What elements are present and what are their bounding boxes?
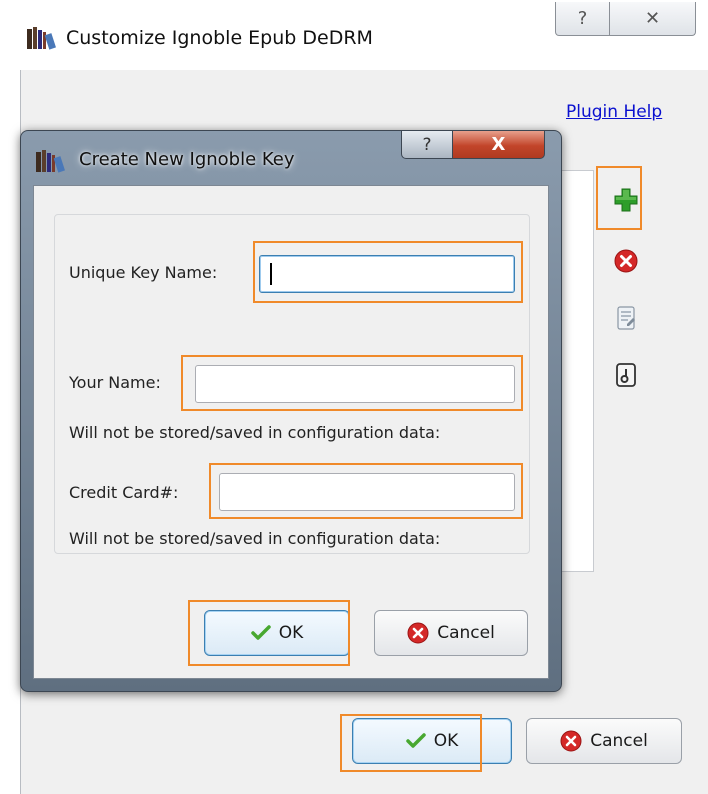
remove-icon [614, 249, 638, 273]
your-name-label: Your Name: [69, 373, 161, 392]
plugin-help-link[interactable]: Plugin Help [566, 102, 662, 122]
parent-ok-button[interactable]: OK [352, 718, 512, 764]
text-caret [270, 263, 272, 285]
checkmark-icon [405, 733, 426, 748]
document-edit-icon [617, 306, 635, 330]
parent-title-bar: Customize Ignoble Epub DeDRM ? ✕ [0, 0, 708, 70]
unique-key-label: Unique Key Name: [69, 263, 218, 282]
dialog-title-bar: Create New Ignoble Key ? X [21, 131, 561, 185]
books-app-icon [36, 150, 65, 173]
export-key-button[interactable] [608, 357, 644, 393]
your-name-hint: Will not be stored/saved in configuratio… [69, 423, 441, 442]
parent-close-button[interactable]: ✕ [610, 2, 696, 36]
parent-cancel-label: Cancel [590, 731, 648, 751]
dialog-ok-button[interactable]: OK [204, 610, 350, 656]
remove-key-button[interactable] [608, 243, 644, 279]
credit-card-hint: Will not be stored/saved in configuratio… [69, 529, 441, 548]
dialog-close-button[interactable]: X [453, 131, 545, 159]
help-icon: ? [422, 134, 432, 155]
close-icon: ✕ [644, 8, 661, 29]
key-fields-group: Unique Key Name: Your Name: Will not be … [54, 214, 530, 554]
rename-key-button[interactable] [608, 300, 644, 336]
plus-icon [614, 188, 638, 212]
your-name-input[interactable] [195, 365, 515, 403]
cancel-icon [560, 730, 582, 752]
close-icon: X [491, 134, 506, 155]
help-icon: ? [577, 8, 588, 29]
parent-window-title: Customize Ignoble Epub DeDRM [66, 27, 373, 49]
credit-card-label: Credit Card#: [69, 483, 179, 502]
books-app-icon [27, 27, 56, 50]
parent-cancel-button[interactable]: Cancel [526, 718, 682, 764]
parent-help-button[interactable]: ? [555, 2, 610, 36]
dialog-cancel-label: Cancel [437, 623, 495, 643]
dialog-body: Unique Key Name: Your Name: Will not be … [33, 185, 549, 679]
dialog-title: Create New Ignoble Key [79, 149, 295, 170]
export-icon [616, 363, 636, 387]
add-key-button[interactable] [608, 182, 644, 218]
dialog-ok-label: OK [278, 623, 304, 643]
create-key-dialog: Create New Ignoble Key ? X Unique Key Na… [20, 130, 562, 692]
cancel-icon [407, 622, 429, 644]
credit-card-input[interactable] [219, 473, 515, 511]
dialog-cancel-button[interactable]: Cancel [374, 610, 528, 656]
dialog-help-button[interactable]: ? [401, 131, 453, 159]
unique-key-input[interactable] [259, 255, 515, 293]
parent-ok-label: OK [433, 731, 459, 751]
checkmark-icon [250, 625, 271, 640]
